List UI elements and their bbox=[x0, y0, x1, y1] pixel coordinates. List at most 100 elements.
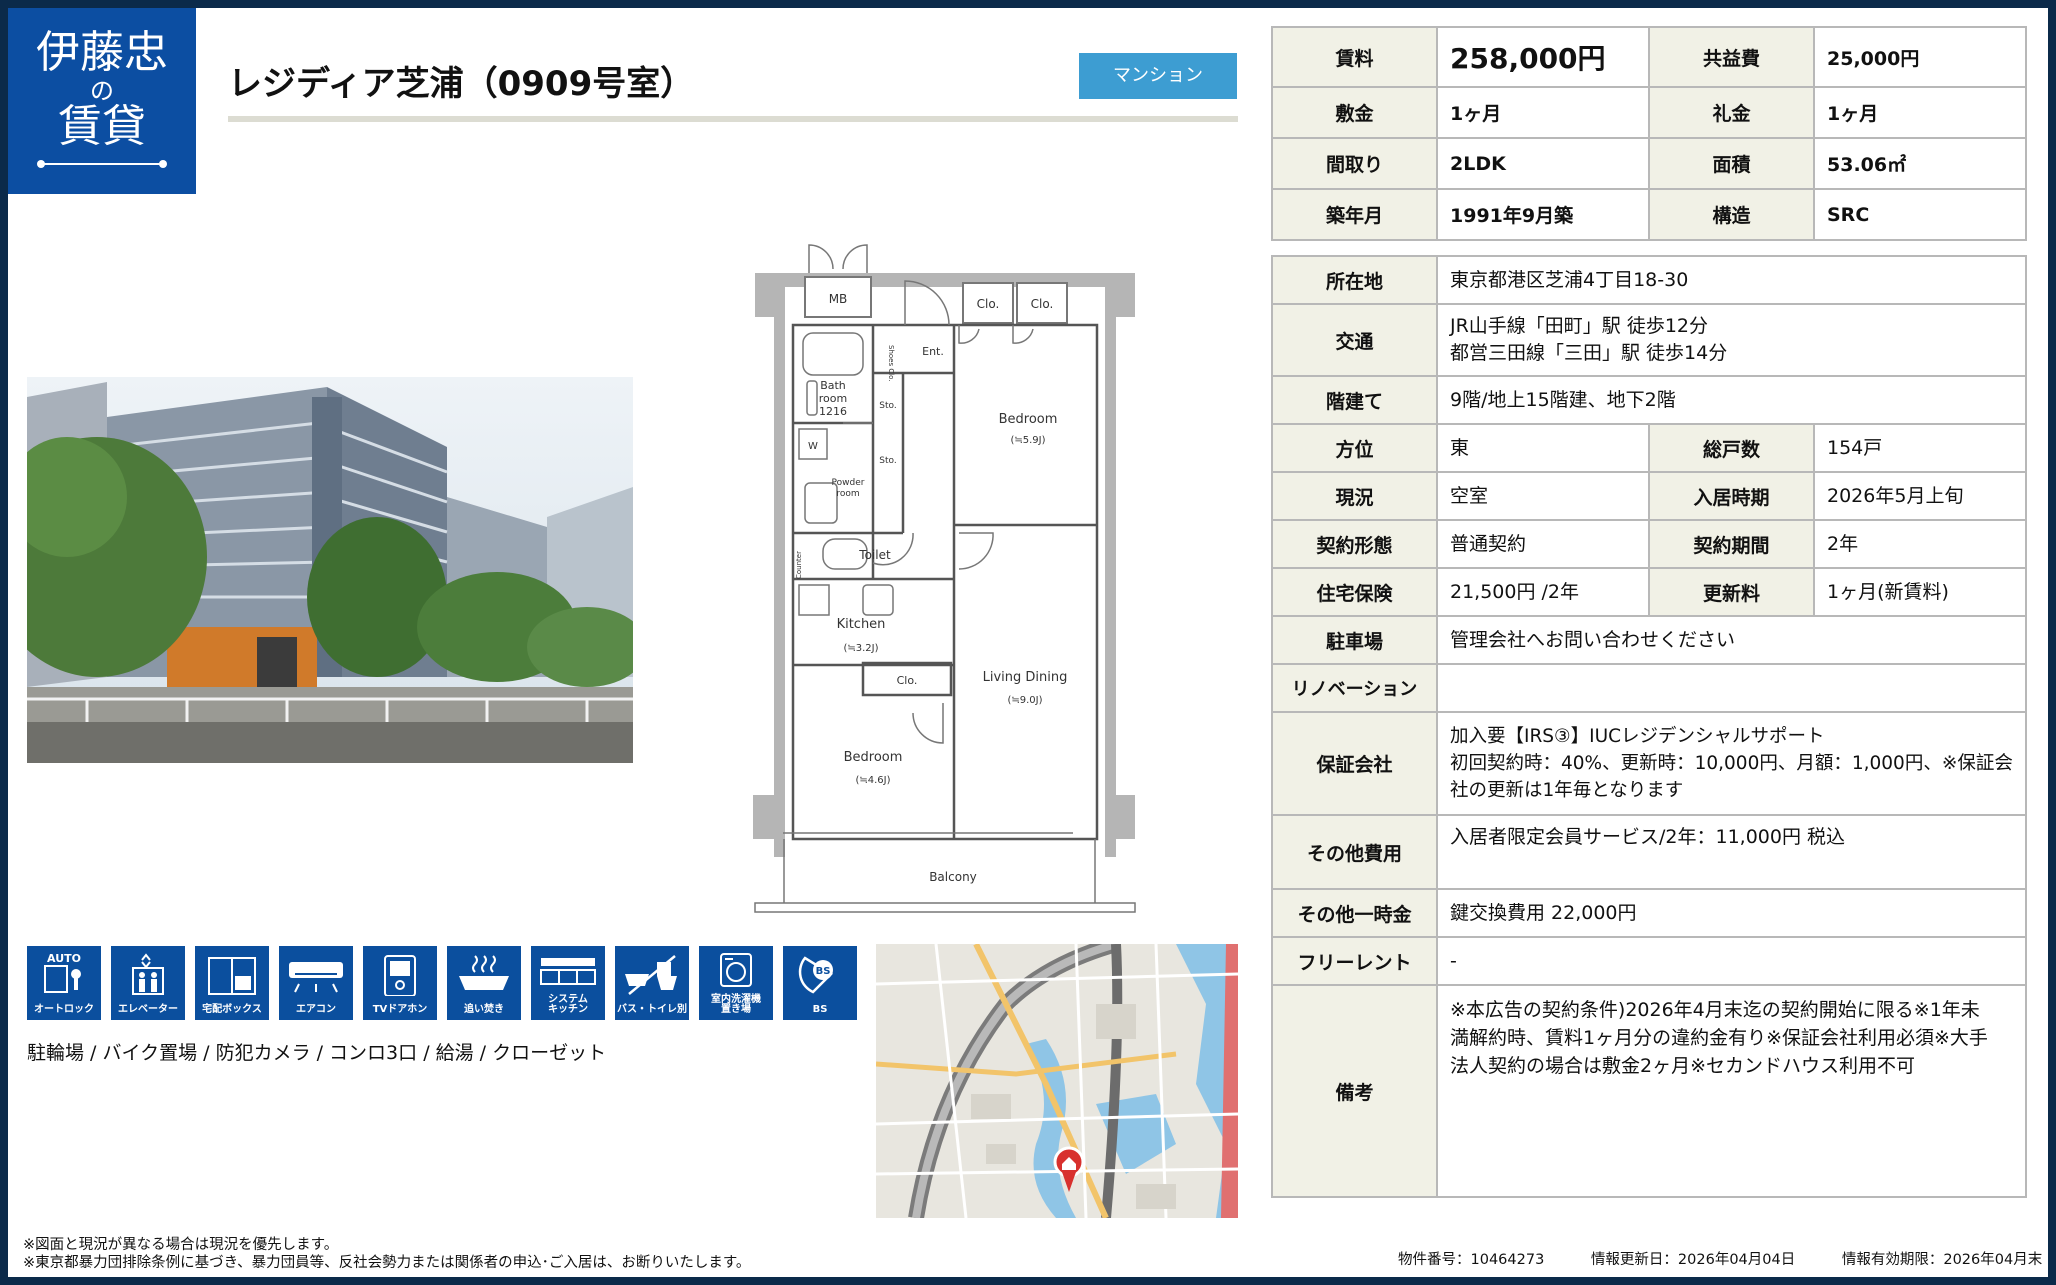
room-label-bedroom2: Bedroom bbox=[844, 750, 903, 765]
parking-label: 駐車場 bbox=[1271, 615, 1438, 665]
one-time-label: その他一時金 bbox=[1271, 888, 1438, 938]
delivery-box-icon: 宅配ボックス bbox=[195, 946, 269, 1020]
air-conditioner-icon: エアコン bbox=[279, 946, 353, 1020]
indoor-washer-icon: 室内洗濯機 置き場 bbox=[699, 946, 773, 1020]
building-photo[interactable] bbox=[27, 377, 633, 763]
room-label-kitchen-size: (≒3.2J) bbox=[843, 643, 878, 654]
property-sheet: 伊藤忠 の 賃貸 レジディア芝浦（0909号室） マンション MB Clo. C… bbox=[8, 8, 2048, 1277]
address-label: 所在地 bbox=[1271, 255, 1438, 305]
room-label-ent: Ent. bbox=[922, 345, 944, 358]
brand-line3: 賃貸 bbox=[58, 101, 146, 152]
room-label-sto1: Sto. bbox=[879, 401, 896, 411]
direction-value: 東 bbox=[1436, 423, 1650, 473]
room-label-powder2: room bbox=[836, 489, 859, 499]
room-label-bath: Bath bbox=[820, 379, 846, 392]
valid-until: 情報有効期限：2026年04月末 bbox=[1841, 1252, 2043, 1268]
property-details-table: 所在地 東京都港区芝浦4丁目18-30 交通 JR山手線「田町」駅 徒歩12分 … bbox=[1271, 255, 2027, 1198]
status-value: 空室 bbox=[1436, 471, 1650, 521]
room-label-living-size: (≒9.0J) bbox=[1007, 695, 1042, 706]
renewal-value: 1ヶ月(新賃料) bbox=[1813, 567, 2027, 617]
room-label-w: W bbox=[808, 441, 818, 452]
updated-date: 情報更新日：2026年04月04日 bbox=[1590, 1252, 1796, 1268]
common-fee-label: 共益費 bbox=[1648, 26, 1815, 88]
auto-lock-icon: AUTO オートロック bbox=[27, 946, 101, 1020]
rent-label: 賃料 bbox=[1271, 26, 1438, 88]
room-label-clo1: Clo. bbox=[977, 297, 1000, 311]
deposit-value: 1ヶ月 bbox=[1436, 86, 1650, 139]
floor-label: 階建て bbox=[1271, 375, 1438, 425]
layout-label: 間取り bbox=[1271, 137, 1438, 190]
footer-notes: ※図面と現況が異なる場合は現況を優先します。 ※東京都暴力団排除条例に基づき、暴… bbox=[23, 1236, 750, 1272]
listing-meta: 物件番号：10464273 情報更新日：2026年04月04日 情報有効期限：2… bbox=[1398, 1248, 2042, 1269]
floor-value: 9階/地上15階建、地下2階 bbox=[1436, 375, 2027, 425]
key-money-label: 礼金 bbox=[1648, 86, 1815, 139]
svg-text:AUTO: AUTO bbox=[47, 952, 81, 965]
contract-term-label: 契約期間 bbox=[1648, 519, 1815, 569]
one-time-value: 鍵交換費用 22,000円 bbox=[1436, 888, 2027, 938]
status-label: 現況 bbox=[1271, 471, 1438, 521]
guarantor-line-1: 加入要【IRS③】IUCレジデンシャルサポート bbox=[1450, 726, 1825, 747]
room-label-clo3: Clo. bbox=[897, 674, 918, 687]
system-kitchen-icon: システム キッチン bbox=[531, 946, 605, 1020]
remarks-line-2: 満解約時、賃料1ヶ月分の違約金有り※保証会社利用必須※大手 bbox=[1450, 1027, 1988, 1049]
guarantor-label: 保証会社 bbox=[1271, 711, 1438, 816]
renovation-value bbox=[1436, 663, 2027, 713]
remarks-label: 備考 bbox=[1271, 984, 1438, 1198]
svg-text:BS: BS bbox=[816, 966, 831, 977]
room-label-balcony: Balcony bbox=[929, 870, 977, 884]
room-label-sto2: Sto. bbox=[879, 456, 896, 466]
guarantor-line-3: 社の更新は1年毎となります bbox=[1450, 780, 1684, 801]
rent-summary-table: 賃料 258,000円 共益費 25,000円 敷金 1ヶ月 礼金 1ヶ月 間取… bbox=[1271, 26, 2027, 241]
other-fees-value: 入居者限定会員サービス/2年：11,000円 税込 bbox=[1436, 814, 2027, 890]
floor-plan[interactable]: MB Clo. Clo. Ent. Bath room 1216 Sto. St… bbox=[743, 233, 1143, 913]
common-fee-value: 25,000円 bbox=[1813, 26, 2027, 88]
logo-rule bbox=[37, 160, 167, 168]
layout-value: 2LDK bbox=[1436, 137, 1650, 190]
room-label-bedroom1-size: (≒5.9J) bbox=[1010, 435, 1045, 446]
guarantor-value: 加入要【IRS③】IUCレジデンシャルサポート 初回契約時：40%、更新時：10… bbox=[1436, 711, 2027, 816]
room-label-bath3: 1216 bbox=[819, 405, 847, 418]
room-label-bedroom1: Bedroom bbox=[999, 412, 1058, 427]
room-label-shoes: Shoes Clo. bbox=[887, 345, 895, 382]
room-label-counter: Counter bbox=[795, 551, 803, 579]
room-label-powder: Powder bbox=[832, 478, 865, 488]
room-label-clo2: Clo. bbox=[1031, 297, 1054, 311]
contract-term-value: 2年 bbox=[1813, 519, 2027, 569]
transit-line-1: JR山手線「田町」駅 徒歩12分 bbox=[1450, 315, 1709, 337]
structure-value: SRC bbox=[1813, 188, 2027, 241]
area-value: 53.06㎡ bbox=[1813, 137, 2027, 190]
renewal-label: 更新料 bbox=[1648, 567, 1815, 617]
room-label-mb: MB bbox=[829, 292, 848, 306]
key-money-value: 1ヶ月 bbox=[1813, 86, 2027, 139]
brand-logo[interactable]: 伊藤忠 の 賃貸 bbox=[8, 8, 196, 194]
remarks-value: ※本広告の契約条件)2026年4月末迄の契約開始に限る※1年未 満解約時、賃料1… bbox=[1436, 984, 2027, 1198]
free-rent-label: フリーレント bbox=[1271, 936, 1438, 986]
property-type-badge: マンション bbox=[1079, 53, 1237, 99]
free-rent-value: - bbox=[1436, 936, 2027, 986]
built-label: 築年月 bbox=[1271, 188, 1438, 241]
address-value: 東京都港区芝浦4丁目18-30 bbox=[1436, 255, 2027, 305]
contract-type-value: 普通契約 bbox=[1436, 519, 1650, 569]
units-label: 総戸数 bbox=[1648, 423, 1815, 473]
other-fees-label: その他費用 bbox=[1271, 814, 1438, 890]
transit-line-2: 都営三田線「三田」駅 徒歩14分 bbox=[1450, 342, 1728, 364]
title-divider bbox=[228, 116, 1238, 122]
room-label-bedroom2-size: (≒4.6J) bbox=[855, 775, 890, 786]
reheat-bath-icon: 追い焚き bbox=[447, 946, 521, 1020]
remarks-line-1: ※本広告の契約条件)2026年4月末迄の契約開始に限る※1年未 bbox=[1450, 999, 1980, 1021]
area-label: 面積 bbox=[1648, 137, 1815, 190]
insurance-value: 21,500円 /2年 bbox=[1436, 567, 1650, 617]
brand-line1: 伊藤忠 bbox=[36, 27, 168, 78]
separate-bath-toilet-icon: バス・トイレ別 bbox=[615, 946, 689, 1020]
property-number: 物件番号：10464273 bbox=[1398, 1252, 1545, 1268]
renovation-label: リノベーション bbox=[1271, 663, 1438, 713]
parking-value: 管理会社へお問い合わせください bbox=[1436, 615, 2027, 665]
move-in-value: 2026年5月上旬 bbox=[1813, 471, 2027, 521]
room-label-kitchen: Kitchen bbox=[837, 617, 886, 632]
room-label-bath2: room bbox=[819, 392, 847, 405]
rent-value: 258,000円 bbox=[1436, 26, 1650, 88]
facilities-list: 駐輪場 / バイク置場 / 防犯カメラ / コンロ3口 / 給湯 / クローゼッ… bbox=[27, 1042, 607, 1064]
location-map[interactable] bbox=[876, 944, 1238, 1218]
footer-note-2: ※東京都暴力団排除条例に基づき、暴力団員等、反社会勢力または関係者の申込･ご入居… bbox=[23, 1255, 751, 1271]
units-value: 154戸 bbox=[1813, 423, 2027, 473]
